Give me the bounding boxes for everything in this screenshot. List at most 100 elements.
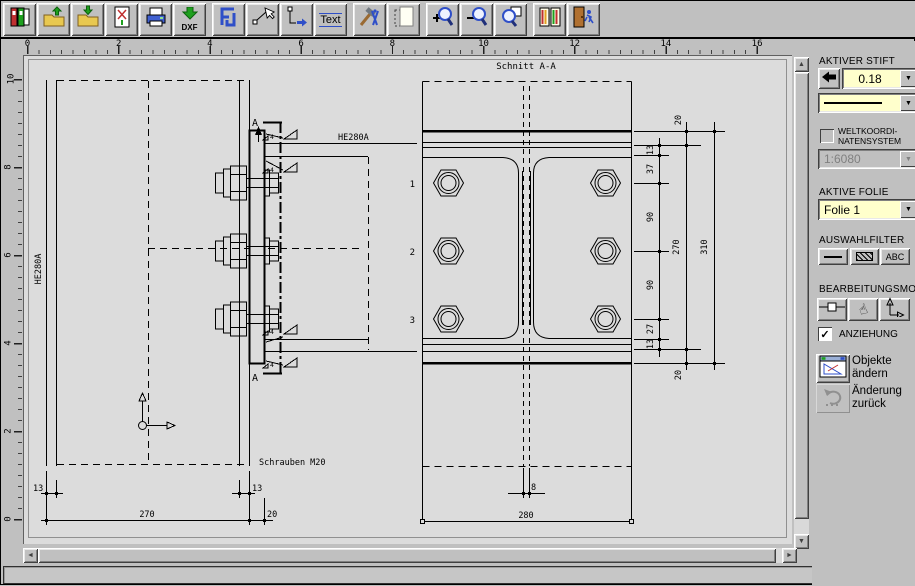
snap-label: ANZIEHUNG [839, 329, 898, 340]
pen-section-label: AKTIVER STIFT [819, 56, 895, 67]
section-dimensions [421, 122, 726, 524]
layer-dropdown[interactable]: Folie 1 ▼ [818, 199, 915, 220]
page-setup-button[interactable] [387, 3, 420, 36]
modes-section-label: BEARBEITUNGSMODI [819, 284, 915, 295]
svg-text:90: 90 [646, 280, 656, 290]
layer-value: Folie 1 [818, 199, 898, 220]
open-button[interactable] [37, 3, 70, 36]
left-view [41, 80, 417, 525]
zoom-out-icon [465, 5, 489, 34]
svg-text:A: A [252, 373, 258, 384]
svg-text:13: 13 [33, 484, 43, 494]
modify-objects-button[interactable] [816, 354, 850, 383]
wcs-checkbox[interactable] [820, 129, 834, 143]
svg-text:1: 1 [410, 180, 415, 190]
vertical-scrollbar[interactable]: ▲ ▼ [794, 57, 809, 549]
svg-text:3: 3 [410, 316, 415, 326]
horizontal-scrollbar[interactable]: ◄ ► [23, 548, 797, 563]
svg-text:4: 4 [270, 328, 274, 336]
undo-icon [821, 385, 845, 412]
exit-door-icon [572, 5, 596, 34]
line-node-icon [251, 5, 275, 34]
filter-lines-button[interactable] [818, 248, 848, 265]
line-style-dropdown[interactable]: ▼ [818, 93, 915, 113]
scale-dropdown[interactable]: 1:6080 ▼ [818, 149, 915, 169]
filter-hatch-button[interactable] [850, 248, 879, 265]
svg-text:280: 280 [518, 511, 533, 521]
pen-width-dropdown[interactable]: 0.18 ▼ [842, 68, 915, 89]
web-and-fillets [423, 158, 632, 339]
modify-objects-icon [819, 355, 847, 383]
svg-text:37: 37 [646, 164, 656, 174]
beam-label: HE280A [338, 133, 369, 143]
svg-text:13: 13 [252, 484, 262, 494]
zoom-in-button[interactable] [426, 3, 459, 36]
section-view [421, 82, 726, 525]
scale-value: 1:6080 [818, 149, 898, 169]
dimension-tool-icon [285, 5, 309, 34]
modify-objects-label: Objekte ändern [852, 355, 908, 381]
mode-select-button[interactable]: ☝ [848, 298, 878, 321]
binder-button[interactable] [3, 3, 36, 36]
mode-coordinates-button[interactable] [879, 298, 910, 321]
hatch-filter-icon [856, 252, 873, 261]
mode-segment-button[interactable] [817, 298, 847, 321]
printer-icon [144, 5, 168, 34]
vertical-ruler: 10 8 6 4 2 0 [3, 55, 23, 544]
origin-marker [139, 393, 176, 430]
catalog-book-icon [538, 5, 562, 34]
scroll-right-button[interactable]: ► [782, 548, 797, 563]
page-frame-icon [392, 5, 416, 34]
save-button[interactable] [71, 3, 104, 36]
exit-button[interactable] [567, 3, 600, 36]
zoom-out-button[interactable] [460, 3, 493, 36]
wcs-label: WELTKOORDI-NATENSYSTEM [838, 126, 901, 146]
vertical-scroll-thumb[interactable] [794, 72, 809, 519]
line-filter-icon [824, 256, 842, 258]
undo-change-button[interactable] [816, 384, 850, 413]
dxf-export-button[interactable]: DXF [173, 3, 206, 36]
dimension-button[interactable] [280, 3, 313, 36]
draw-line-button[interactable] [246, 3, 279, 36]
bolts [434, 170, 621, 332]
svg-text:90: 90 [646, 212, 656, 222]
sidebar: AKTIVER STIFT 0.18 ▼ ▼ WELTKOORDI-NATENS… [812, 41, 915, 586]
chevron-down-icon[interactable]: ▼ [900, 70, 915, 87]
undo-change-label: Änderung zurück [852, 385, 914, 411]
chevron-down-icon[interactable]: ▼ [900, 201, 915, 218]
print-button[interactable] [139, 3, 172, 36]
scroll-up-button[interactable]: ▲ [794, 57, 809, 72]
segment-icon [819, 300, 845, 319]
drawing: Schnitt A-A HE280A HE280A Schrauben M20 … [23, 55, 792, 544]
filter-text-button[interactable]: ABC [880, 248, 910, 265]
scroll-left-button[interactable]: ◄ [23, 548, 38, 563]
layer-section-label: AKTIVE FOLIE [819, 187, 889, 198]
svg-text:A: A [252, 118, 258, 129]
dxf-label: DXF [182, 24, 198, 32]
svg-text:13: 13 [646, 339, 656, 349]
svg-text:270: 270 [672, 239, 682, 254]
drawing-canvas[interactable]: Schnitt A-A HE280A HE280A Schrauben M20 … [23, 55, 792, 544]
scroll-down-button[interactable]: ▼ [794, 534, 809, 549]
snap-checkbox[interactable]: ✓ [818, 327, 832, 341]
column-label: HE280A [34, 254, 44, 285]
svg-text:4: 4 [270, 361, 274, 369]
horizontal-ruler: 0 2 4 6 8 10 12 14 16 [23, 40, 792, 55]
horizontal-scroll-thumb[interactable] [38, 548, 776, 563]
text-tool-icon: Text [319, 13, 341, 27]
previous-pen-button[interactable] [818, 68, 840, 89]
arrow-left-icon [821, 70, 837, 88]
zoom-window-button[interactable] [494, 3, 527, 36]
svg-text:4: 4 [270, 166, 274, 174]
plot-manager-button[interactable] [105, 3, 138, 36]
svg-text:20: 20 [267, 510, 277, 520]
symbol-library-button[interactable] [212, 3, 245, 36]
svg-text:270: 270 [139, 510, 154, 520]
text-button[interactable]: Text [314, 3, 347, 36]
page-marks-icon [110, 5, 134, 34]
toolbar: DXF Text [1, 1, 915, 39]
catalog-button[interactable] [533, 3, 566, 36]
chevron-down-icon[interactable]: ▼ [900, 95, 915, 111]
svg-text:27: 27 [646, 324, 656, 334]
settings-tools-button[interactable] [353, 3, 386, 36]
